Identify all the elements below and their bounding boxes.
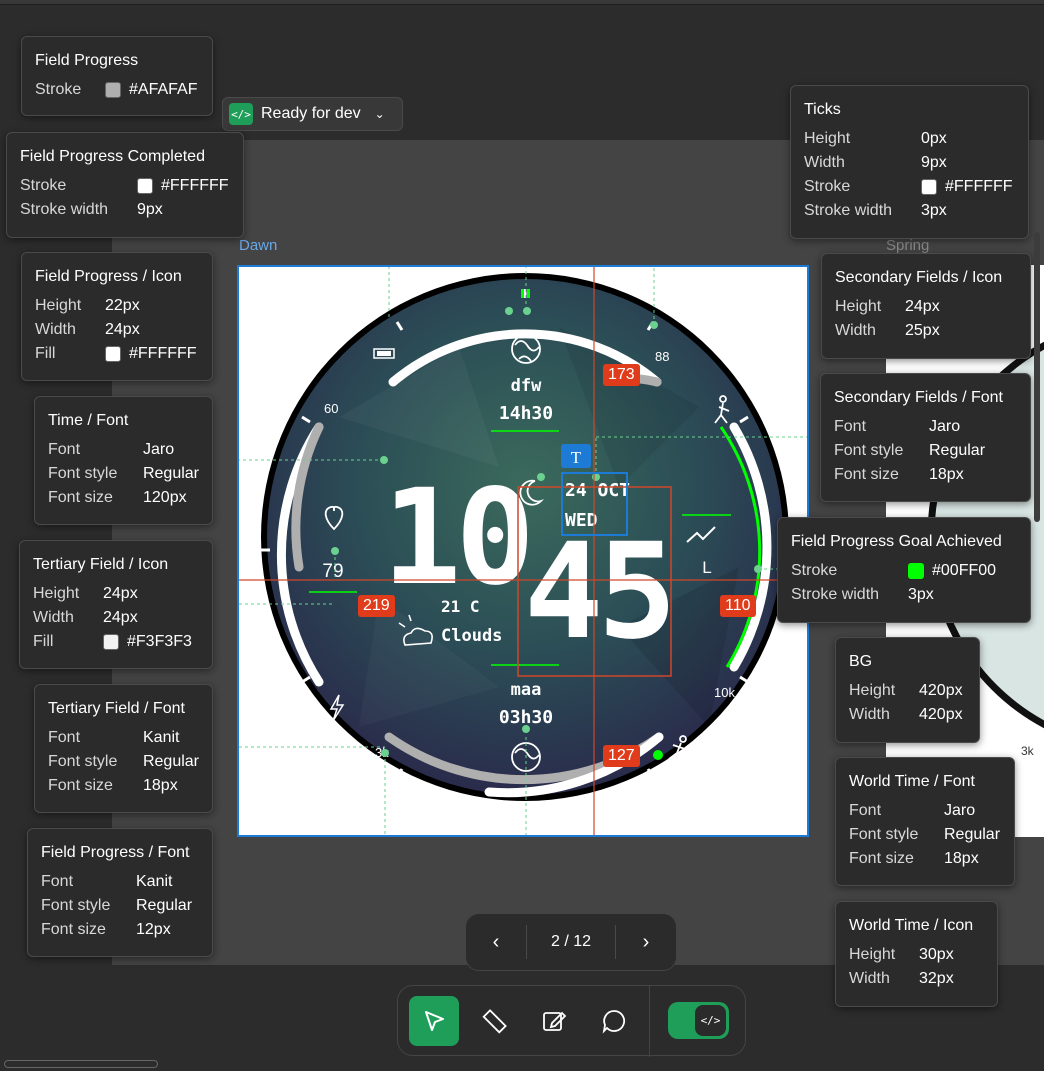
spec-ticks[interactable]: Ticks Height 0px Width 9px Stroke #FFFFFF S… bbox=[790, 85, 1029, 239]
chevron-left-icon: ‹ bbox=[492, 930, 500, 953]
right-field-value: L bbox=[702, 558, 711, 577]
annotate-tool-button[interactable] bbox=[529, 996, 579, 1046]
weather-temp: 21 C bbox=[441, 597, 480, 616]
ruler-icon bbox=[482, 1009, 507, 1034]
dimension-badge-219: 219 bbox=[358, 595, 395, 617]
prev-page-button[interactable]: ‹ bbox=[466, 913, 526, 971]
heart-value: 79 bbox=[322, 561, 343, 582]
spec-secondary-icon[interactable]: Secondary Fields / Icon Height 24px Width… bbox=[821, 253, 1031, 359]
frame-label-dawn[interactable]: Dawn bbox=[239, 237, 277, 254]
svg-text:3k: 3k bbox=[1021, 744, 1035, 758]
watch-face: dfw 14h30 24 OCT WED 10 45 79 L 21 C Clo… bbox=[239, 267, 807, 835]
artboard-dawn[interactable]: dfw 14h30 24 OCT WED 10 45 79 L 21 C Clo… bbox=[237, 265, 809, 837]
world-bottom-city: maa bbox=[511, 680, 542, 700]
select-tool-button[interactable] bbox=[409, 996, 459, 1046]
tick-label-88: 88 bbox=[655, 349, 669, 364]
spec-time-font[interactable]: Time / Font Font Jaro Font style Regular F… bbox=[34, 396, 213, 525]
pager: ‹ 2 / 12 › bbox=[465, 913, 677, 971]
tick-label-60: 60 bbox=[324, 401, 338, 416]
spec-secondary-font[interactable]: Secondary Fields / Font Font Jaro Font st… bbox=[820, 373, 1031, 502]
spec-field-progress-completed[interactable]: Field Progress Completed Stroke #FFFFFF S… bbox=[6, 132, 244, 238]
spec-tertiary-icon[interactable]: Tertiary Field / Icon Height 24px Width 24… bbox=[19, 540, 213, 669]
page-counter: 2 / 12 bbox=[550, 933, 592, 950]
horizontal-scrollbar[interactable] bbox=[4, 1060, 158, 1068]
spec-tertiary-font[interactable]: Tertiary Field / Font Font Kanit Font sty… bbox=[34, 684, 213, 813]
weather-desc: Clouds bbox=[441, 626, 502, 646]
dimension-badge-173: 173 bbox=[603, 364, 640, 386]
chevron-right-icon: › bbox=[642, 930, 650, 953]
code-toggle-icon: </> bbox=[695, 1005, 726, 1036]
code-icon: </> bbox=[229, 103, 253, 125]
vertical-scrollbar[interactable] bbox=[1034, 232, 1040, 522]
time-hour: 10 bbox=[382, 461, 529, 615]
spec-title: Field Progress bbox=[35, 52, 139, 69]
edit-icon bbox=[543, 1011, 567, 1031]
spec-field-progress[interactable]: Field Progress Stroke #AFAFAF bbox=[21, 36, 213, 116]
next-page-button[interactable]: › bbox=[616, 913, 676, 971]
world-top-city: dfw bbox=[511, 376, 542, 396]
dev-mode-toggle[interactable]: </> bbox=[668, 1002, 729, 1039]
frame-label-spring[interactable]: Spring bbox=[886, 237, 929, 254]
spec-field-progress-icon[interactable]: Field Progress / Icon Height 22px Width 24… bbox=[21, 252, 213, 381]
world-bottom-time: 03h30 bbox=[499, 707, 553, 728]
comment-tool-button[interactable] bbox=[589, 996, 639, 1046]
world-top-time: 14h30 bbox=[499, 403, 553, 424]
spec-goal-achieved[interactable]: Field Progress Goal Achieved Stroke #00FF… bbox=[777, 517, 1031, 623]
bottom-toolbar: </> bbox=[397, 985, 746, 1057]
spec-world-time-icon[interactable]: World Time / Icon Height 30px Width 32px bbox=[835, 901, 998, 1007]
comment-icon bbox=[602, 1010, 626, 1034]
dev-status-dropdown[interactable]: </> Ready for dev ⌄ bbox=[222, 97, 403, 131]
dev-status-label: Ready for dev bbox=[261, 105, 361, 122]
dimension-badge-127: 127 bbox=[603, 745, 640, 767]
spec-field-progress-font[interactable]: Field Progress / Font Font Kanit Font sty… bbox=[27, 828, 213, 957]
tick-label-10k: 10k bbox=[714, 685, 735, 700]
dimension-badge-110: 110 bbox=[720, 595, 756, 617]
spec-bg[interactable]: BG Height 420px Width 420px bbox=[835, 637, 980, 743]
date-line-1: 24 OCT bbox=[565, 480, 630, 501]
spec-world-time-font[interactable]: World Time / Font Font Jaro Font style Reg… bbox=[835, 757, 1015, 886]
cursor-icon bbox=[425, 1011, 444, 1031]
svg-text:T: T bbox=[571, 448, 582, 467]
chevron-down-icon: ⌄ bbox=[374, 107, 385, 121]
time-minute: 45 bbox=[524, 515, 671, 669]
top-bar bbox=[0, 0, 1044, 5]
measure-tool-button[interactable] bbox=[469, 996, 519, 1046]
